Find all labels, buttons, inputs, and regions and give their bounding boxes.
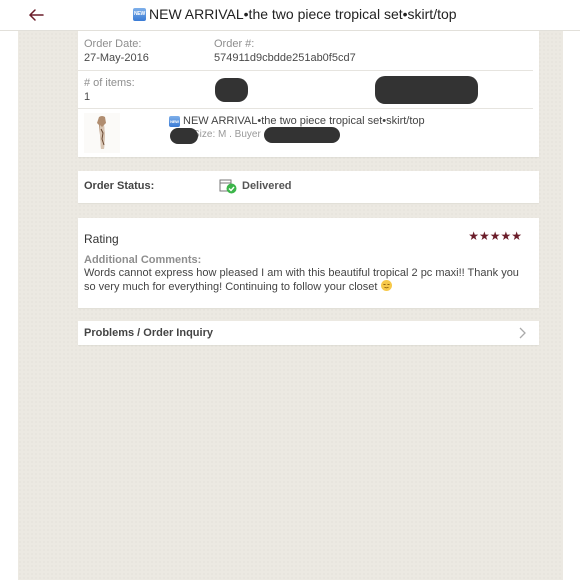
app-screen: Order Date: 27-May-2016 Order #: 574911d…	[18, 0, 563, 580]
new-badge-icon: NEW	[169, 115, 180, 127]
order-number-label: Order #:	[214, 38, 255, 50]
comments-text-body: Words cannot express how pleased I am wi…	[84, 267, 519, 293]
problems-label: Problems / Order Inquiry	[84, 327, 213, 339]
rating-title: Rating	[84, 232, 119, 246]
order-date-label: Order Date:	[84, 38, 142, 50]
divider	[78, 70, 533, 71]
page-title-text: NEW ARRIVAL•the two piece tropical set•s…	[149, 6, 457, 22]
order-status-label: Order Status:	[84, 180, 155, 192]
order-date-value: 27-May-2016	[84, 52, 149, 64]
relieved-face-emoji-icon	[380, 280, 392, 291]
delivered-box-check-icon	[219, 179, 237, 194]
order-number-value: 574911d9cbdde251ab0f5cd7	[214, 52, 356, 64]
redacted-block	[264, 127, 340, 143]
redacted-block	[170, 128, 198, 144]
page-title: NEW NEW ARRIVAL•the two piece tropical s…	[133, 6, 457, 22]
item-size-buyer: Size: M . Buyer	[193, 129, 261, 140]
items-count-value: 1	[84, 91, 91, 103]
new-badge-icon: NEW	[133, 7, 146, 21]
item-title[interactable]: NEW NEW ARRIVAL•the two piece tropical s…	[169, 115, 425, 127]
item-title-text: NEW ARRIVAL•the two piece tropical set•s…	[183, 115, 425, 127]
rating-card: Rating ★★★★★ Additional Comments: Words …	[78, 218, 539, 308]
chevron-right-icon	[519, 327, 526, 339]
items-count-label: # of items:	[84, 77, 135, 89]
comments-label: Additional Comments:	[84, 254, 202, 266]
arrow-left-icon[interactable]	[26, 5, 46, 25]
redacted-block	[215, 78, 248, 102]
redacted-block	[375, 76, 478, 104]
problems-order-inquiry-row[interactable]: Problems / Order Inquiry	[78, 321, 539, 345]
order-item-row[interactable]: NEW NEW ARRIVAL•the two piece tropical s…	[78, 108, 539, 157]
item-thumbnail[interactable]	[84, 113, 120, 153]
order-status-card: Order Status: Delivered	[78, 171, 539, 203]
top-nav-bar: NEW NEW ARRIVAL•the two piece tropical s…	[0, 0, 580, 31]
order-status-value: Delivered	[242, 180, 292, 192]
star-rating: ★★★★★	[468, 229, 522, 243]
comments-text: Words cannot express how pleased I am wi…	[84, 266, 524, 294]
order-details-card: Order Date: 27-May-2016 Order #: 574911d…	[78, 30, 539, 157]
